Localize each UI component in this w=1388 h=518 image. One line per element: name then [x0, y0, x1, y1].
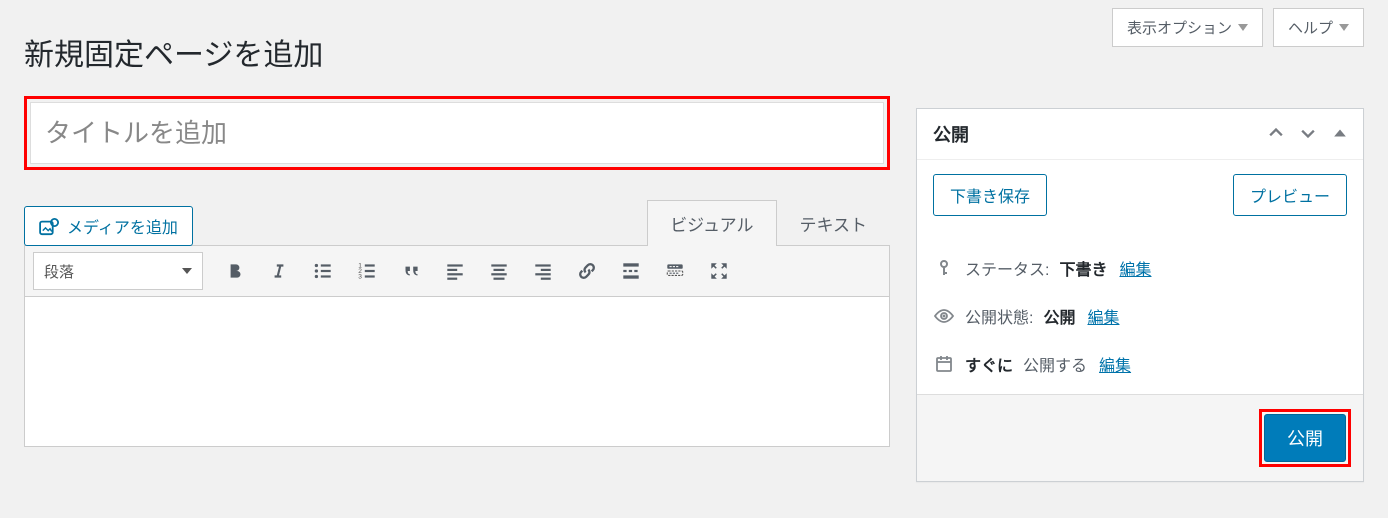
editor-toolbar: 段落 123: [24, 245, 890, 297]
main-layout: メディアを追加 ビジュアル テキスト 段落: [24, 96, 1364, 482]
publish-metabox-body: 下書き保存 プレビュー ステータス: 下書き 編集: [917, 160, 1363, 394]
schedule-prefix: すぐに: [965, 352, 1013, 376]
format-select[interactable]: 段落: [33, 252, 203, 290]
tab-text[interactable]: テキスト: [777, 200, 891, 246]
display-options-label: 表示オプション: [1127, 17, 1232, 38]
status-label: ステータス:: [965, 256, 1049, 280]
sidebar-column: 公開 下書き保存 プレビュー: [914, 96, 1364, 482]
bold-button[interactable]: [215, 252, 255, 290]
toolbar-toggle-button[interactable]: [655, 252, 695, 290]
screen-meta-links: 表示オプション ヘルプ: [1112, 8, 1364, 47]
read-more-button[interactable]: [611, 252, 651, 290]
align-left-button[interactable]: [435, 252, 475, 290]
move-down-icon[interactable]: [1301, 126, 1315, 143]
toggle-panel-icon[interactable]: [1333, 126, 1347, 143]
link-button[interactable]: [567, 252, 607, 290]
schedule-edit-link[interactable]: 編集: [1099, 352, 1131, 376]
key-icon: [933, 259, 955, 277]
bulleted-list-button[interactable]: [303, 252, 343, 290]
italic-button[interactable]: [259, 252, 299, 290]
publish-metabox-controls: [1269, 126, 1347, 143]
editor-top-row: メディアを追加 ビジュアル テキスト: [24, 200, 890, 246]
status-edit-link[interactable]: 編集: [1119, 256, 1151, 280]
status-line: ステータス: 下書き 編集: [933, 244, 1347, 292]
publish-actions-row: 下書き保存 プレビュー: [933, 174, 1347, 216]
visibility-label: 公開状態:: [965, 304, 1033, 328]
media-icon: [39, 218, 59, 234]
editor-content-area[interactable]: [24, 297, 890, 447]
move-up-icon[interactable]: [1269, 126, 1283, 143]
publish-metabox: 公開 下書き保存 プレビュー: [916, 108, 1364, 482]
numbered-list-button[interactable]: 123: [347, 252, 387, 290]
add-media-label: メディアを追加: [67, 214, 178, 238]
visibility-value: 公開: [1043, 304, 1075, 328]
post-title-input[interactable]: [30, 102, 884, 164]
save-draft-button[interactable]: 下書き保存: [933, 174, 1047, 216]
publish-metabox-title: 公開: [933, 121, 969, 147]
content-column: メディアを追加 ビジュアル テキスト 段落: [24, 96, 890, 482]
publish-button[interactable]: 公開: [1264, 414, 1346, 462]
publish-highlight-outline: 公開: [1259, 409, 1351, 467]
blockquote-button[interactable]: [391, 252, 431, 290]
align-center-button[interactable]: [479, 252, 519, 290]
fullscreen-button[interactable]: [699, 252, 739, 290]
schedule-suffix: 公開する: [1023, 352, 1087, 376]
align-right-button[interactable]: [523, 252, 563, 290]
publish-metabox-header: 公開: [917, 109, 1363, 160]
preview-button[interactable]: プレビュー: [1233, 174, 1347, 216]
svg-text:3: 3: [358, 274, 362, 281]
caret-down-icon: [1339, 24, 1349, 31]
help-label: ヘルプ: [1288, 17, 1333, 38]
page-wrap: 新規固定ページを追加 メディアを追加: [0, 0, 1388, 482]
visibility-line: 公開状態: 公開 編集: [933, 292, 1347, 340]
caret-down-icon: [182, 268, 192, 274]
editor-tabs: ビジュアル テキスト: [647, 200, 890, 246]
caret-down-icon: [1238, 24, 1248, 31]
visibility-edit-link[interactable]: 編集: [1087, 304, 1119, 328]
format-select-label: 段落: [44, 261, 74, 282]
tab-visual[interactable]: ビジュアル: [647, 200, 776, 246]
schedule-line: すぐに 公開する 編集: [933, 340, 1347, 388]
add-media-button[interactable]: メディアを追加: [24, 206, 193, 246]
help-button[interactable]: ヘルプ: [1273, 8, 1364, 47]
publish-metabox-footer: 公開: [917, 394, 1363, 481]
status-value: 下書き: [1059, 256, 1107, 280]
title-highlight-outline: [24, 96, 890, 170]
calendar-icon: [933, 355, 955, 373]
eye-icon: [933, 309, 955, 323]
display-options-button[interactable]: 表示オプション: [1112, 8, 1263, 47]
